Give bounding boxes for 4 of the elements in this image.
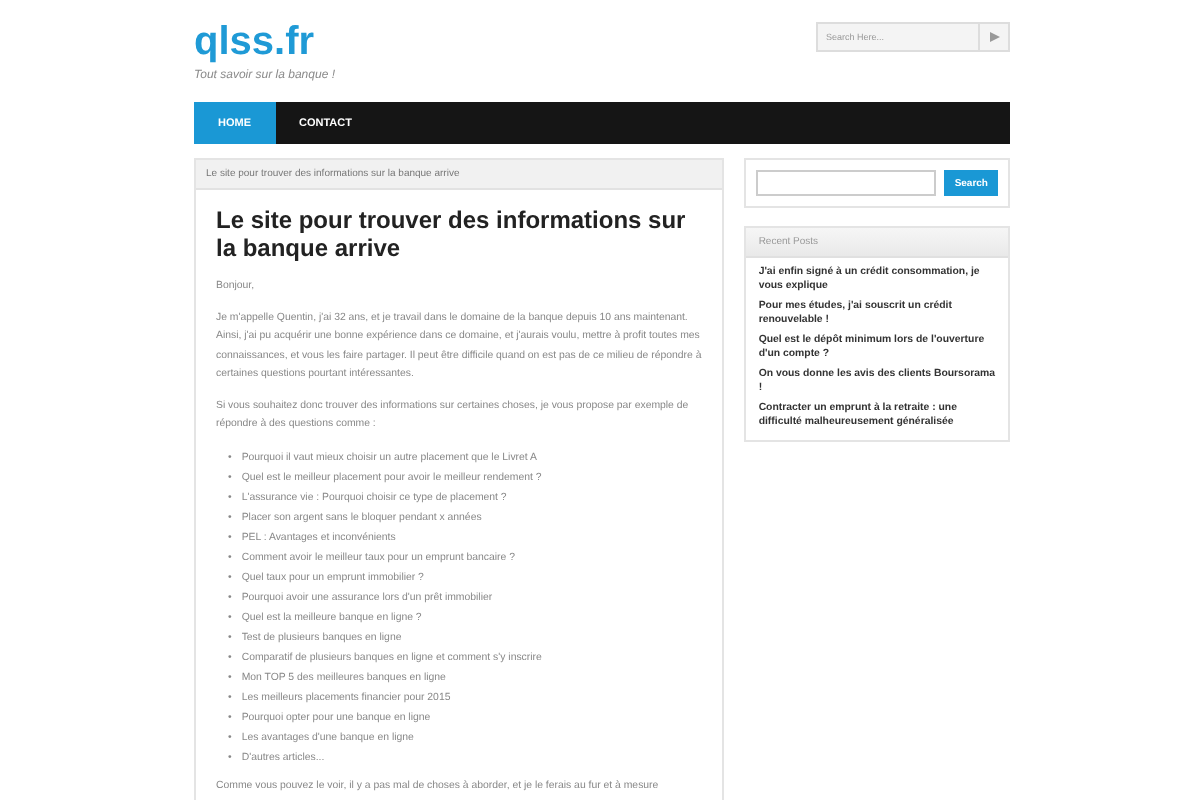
post-title[interactable]: Le site pour trouver des informations sur la banque arrive (216, 206, 703, 262)
search-field[interactable] (756, 170, 937, 196)
triangle-icon (989, 32, 999, 42)
search-submit-button[interactable] (980, 22, 1010, 52)
